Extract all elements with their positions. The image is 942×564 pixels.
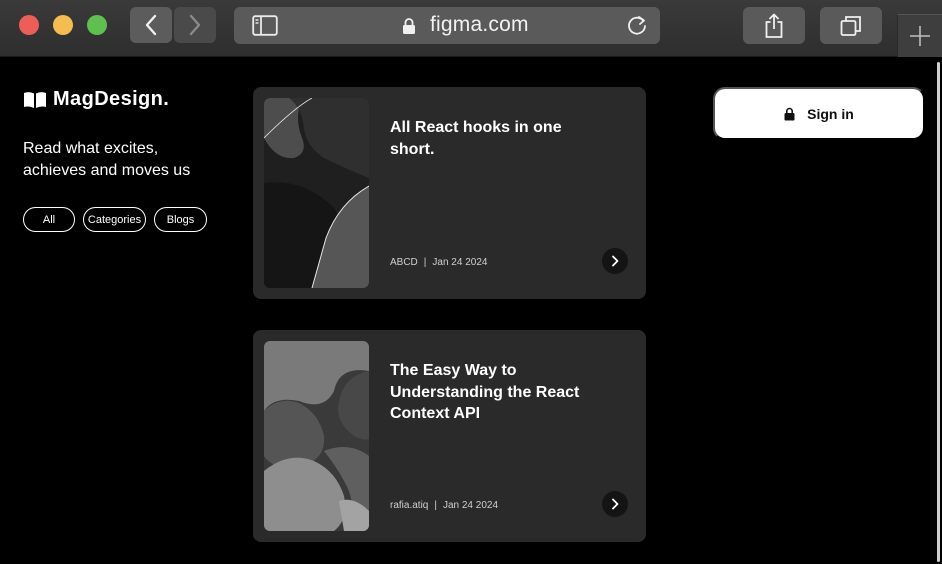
url-text[interactable]: figma.com (430, 13, 529, 37)
article-title[interactable]: The Easy Way to Understanding the React … (390, 360, 610, 425)
article-date: Jan 24 2024 (442, 500, 499, 511)
zoom-window-button[interactable] (87, 15, 107, 35)
browser-toolbar: figma.com (0, 0, 942, 57)
article-card[interactable]: The Easy Way to Understanding the React … (253, 330, 646, 542)
brand-name: MagDesign. (53, 88, 170, 110)
filter-chip-blogs[interactable]: Blogs (154, 207, 207, 232)
tab-overview-button[interactable] (820, 7, 882, 44)
chevron-left-icon (145, 14, 157, 36)
new-tab-button[interactable] (897, 14, 942, 57)
lock-icon (784, 107, 795, 120)
chevron-right-icon (612, 498, 619, 510)
open-book-icon (24, 91, 46, 108)
tabs-overview-icon (840, 15, 861, 36)
article-thumbnail (264, 341, 369, 531)
filter-chip-categories[interactable]: Categories (83, 207, 146, 232)
minimize-window-button[interactable] (53, 15, 73, 35)
sign-in-label: Sign in (807, 105, 854, 122)
article-date: Jan 24 2024 (432, 257, 488, 268)
filter-chips: All Categories Blogs (23, 207, 207, 232)
article-thumbnail (264, 98, 369, 288)
reload-icon[interactable] (626, 14, 648, 36)
article-author: rafia.atiq (390, 500, 429, 511)
open-article-button[interactable] (602, 248, 628, 274)
article-card[interactable]: All React hooks in one short. ABCD | Jan… (253, 87, 646, 299)
tagline: Read what excites, achieves and moves us (23, 140, 191, 179)
open-article-button[interactable] (602, 491, 628, 517)
article-meta: rafia.atiq | Jan 24 2024 (390, 500, 498, 511)
lock-icon (403, 18, 415, 34)
page-scrollbar[interactable] (937, 62, 940, 562)
brand-logo[interactable]: MagDesign. (23, 88, 169, 111)
share-icon (765, 13, 783, 38)
close-window-button[interactable] (19, 15, 39, 35)
filter-chip-all[interactable]: All (23, 207, 75, 232)
back-button[interactable] (130, 7, 172, 43)
sidebar-icon[interactable] (252, 15, 278, 36)
sign-in-button[interactable]: Sign in (713, 87, 925, 140)
article-author: ABCD (390, 257, 418, 268)
meta-separator: | (434, 500, 437, 511)
chevron-right-icon (612, 255, 619, 267)
plus-icon (910, 26, 930, 46)
share-button[interactable] (743, 7, 805, 44)
article-title[interactable]: All React hooks in one short. (390, 117, 610, 160)
address-bar[interactable]: figma.com (234, 7, 660, 44)
article-meta: ABCD | Jan 24 2024 (390, 257, 487, 268)
meta-separator: | (423, 257, 427, 268)
forward-button[interactable] (174, 7, 216, 43)
chevron-right-icon (189, 14, 201, 36)
